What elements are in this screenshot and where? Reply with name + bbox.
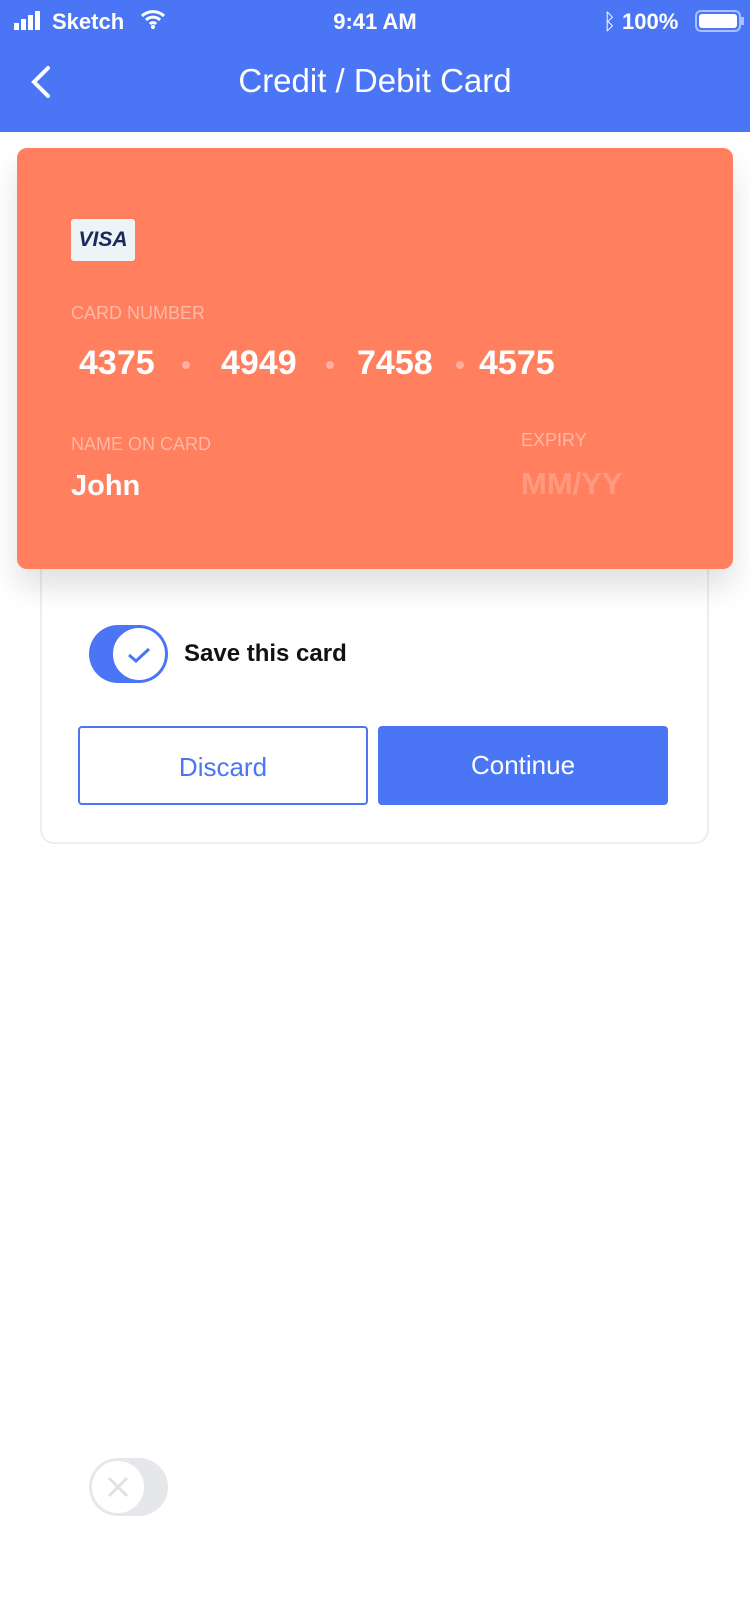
expiry-input[interactable]: MM/YY bbox=[521, 466, 623, 502]
card-number-group[interactable]: 7458 bbox=[357, 344, 433, 383]
battery-icon bbox=[695, 10, 745, 37]
battery-percent: 100% bbox=[622, 9, 679, 34]
separator-dot bbox=[456, 361, 464, 369]
close-icon bbox=[90, 1459, 146, 1515]
separator-dot bbox=[182, 361, 190, 369]
bluetooth-icon: ᛒ bbox=[603, 9, 617, 34]
card-number-group[interactable]: 4575 bbox=[479, 344, 555, 383]
discard-button[interactable]: Discard bbox=[78, 726, 368, 805]
card-number-label: CARD NUMBER bbox=[71, 303, 206, 323]
expiry-label: EXPIRY bbox=[521, 430, 587, 450]
page-title: Credit / Debit Card bbox=[238, 62, 512, 99]
continue-button[interactable]: Continue bbox=[378, 726, 668, 805]
check-icon bbox=[111, 626, 167, 682]
separator-dot bbox=[326, 361, 334, 369]
save-card-toggle[interactable] bbox=[89, 625, 168, 683]
credit-card-preview: VISA CARD NUMBER 4375 4949 7458 4575 NAM… bbox=[17, 148, 733, 569]
bottom-toggle[interactable] bbox=[89, 1458, 168, 1516]
nav-header: Sketch 9:41 AM ᛒ 100% Credit / Debit Car… bbox=[0, 0, 750, 132]
card-number-group[interactable]: 4949 bbox=[221, 344, 297, 383]
name-on-card-label: NAME ON CARD bbox=[71, 434, 212, 454]
visa-logo: VISA bbox=[71, 219, 135, 261]
name-on-card-input[interactable]: John bbox=[71, 470, 140, 503]
card-number-group[interactable]: 4375 bbox=[79, 344, 155, 383]
save-card-label: Save this card bbox=[184, 640, 347, 667]
